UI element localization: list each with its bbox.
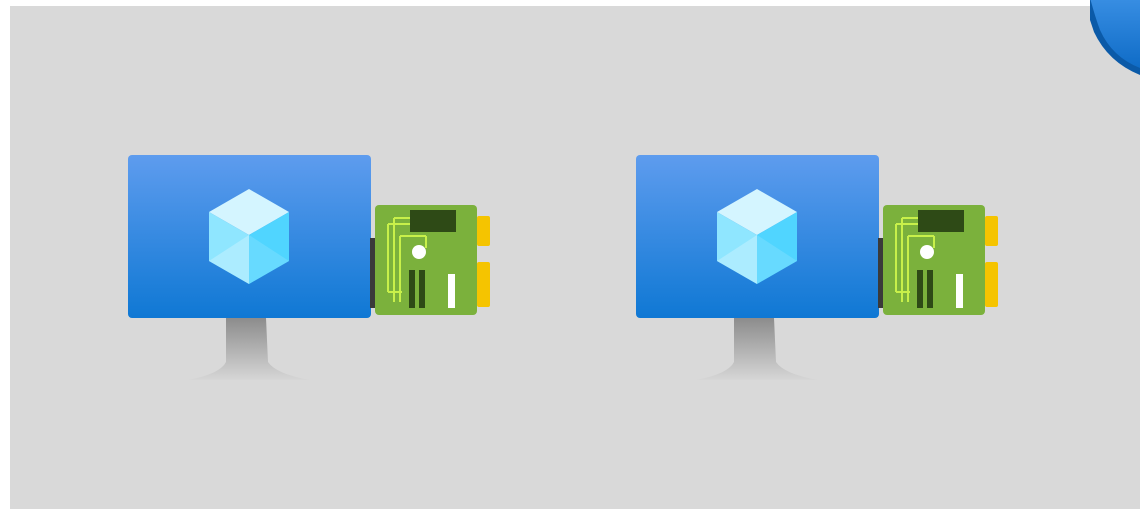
nic-bar-1 [917,270,923,308]
network-interface-card-icon [375,205,490,315]
nic-chip [410,210,456,232]
shield-icon[interactable] [1090,0,1140,75]
nic-pin-top [477,216,490,246]
monitor-stand [696,318,818,380]
vm-node-2[interactable] [634,152,1014,392]
vm-node-1[interactable] [126,152,506,392]
vm-node-1-graphic [128,155,490,380]
nic-pin-bottom [985,262,998,307]
diagram-canvas [0,0,1140,511]
nic-bar-1 [409,270,415,308]
nic-pin-top [985,216,998,246]
nic-bar-2 [927,270,933,308]
network-interface-card-icon [883,205,998,315]
nic-pin-bottom [477,262,490,307]
monitor-stand [188,318,310,380]
virtual-machine-icon [128,155,371,380]
virtual-machine-icon [636,155,879,380]
nic-bar-3 [448,274,455,308]
nic-chip [918,210,964,232]
nic-bar-3 [956,274,963,308]
nic-led [920,245,934,259]
nic-bar-2 [419,270,425,308]
nic-led [412,245,426,259]
vm-node-2-graphic [636,155,998,380]
